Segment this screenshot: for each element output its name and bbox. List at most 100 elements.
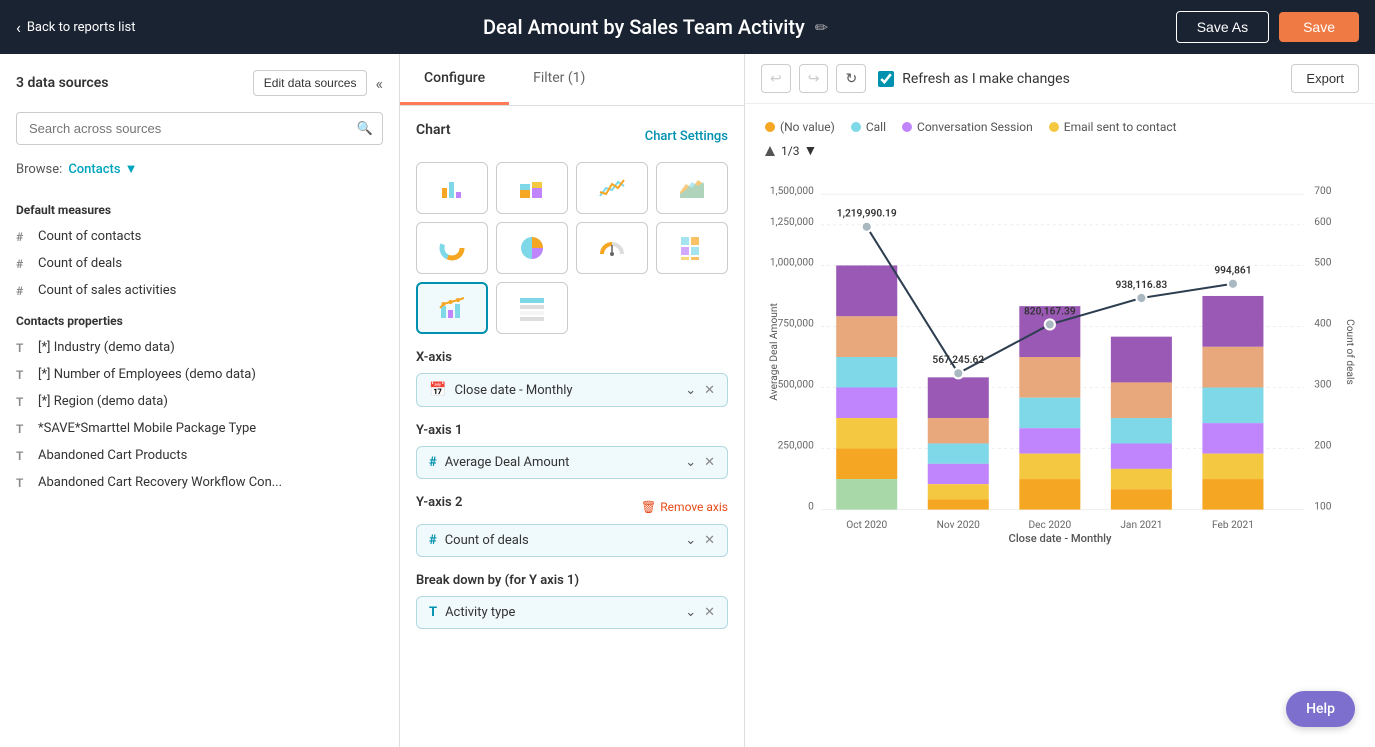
save-button[interactable]: Save [1279,12,1359,42]
bar-oct-lavender [836,388,897,419]
property-region[interactable]: T [*] Region (demo data) [0,388,399,415]
search-input[interactable] [16,112,383,145]
refresh-checkbox[interactable] [878,71,894,87]
chart-type-combo[interactable] [416,282,488,334]
chart-type-stacked-bar[interactable] [496,162,568,214]
measure-count-contacts[interactable]: # Count of contacts [0,223,399,250]
svg-text:0: 0 [808,502,814,513]
svg-text:400: 400 [1314,318,1331,329]
bar-nov-lavender [928,464,989,484]
property-industry[interactable]: T [*] Industry (demo data) [0,334,399,361]
legend-conversation-label: Conversation Session [917,120,1033,134]
xaxis-chevron-icon: ⌄ [685,383,696,398]
bar-feb-orange [1202,347,1263,388]
chart-svg-container: 0 250,000 500,000 750,000 1,000,000 1,25… [765,167,1355,547]
bar-jan-purple [1111,337,1172,383]
redo-button[interactable]: ↪ [799,64,829,93]
chart-type-pie[interactable] [496,222,568,274]
chart-section: Chart Chart Settings [416,122,728,334]
yaxis2-clear-button[interactable]: ✕ [704,533,715,548]
yaxis2-value: Count of deals [445,533,677,548]
bar-oct-purple [836,265,897,316]
xaxis-oct: Oct 2020 [846,520,887,531]
property-prefix: T [16,449,28,463]
xaxis-section: X-axis 📅 Close date - Monthly ⌄ ✕ [416,350,728,407]
svg-text:750,000: 750,000 [778,318,815,329]
dot-dec [1045,319,1055,329]
chart-type-gauge[interactable] [576,222,648,274]
breakdown-label: Break down by (for Y axis 1) [416,573,728,588]
topbar-actions: Save As Save [1176,11,1359,43]
edit-title-icon[interactable]: ✏ [815,18,828,37]
stacked-bar-icon [518,174,546,202]
yaxis2-label: Y-axis 2 [416,495,462,510]
chart-type-table[interactable] [496,282,568,334]
svg-text:500,000: 500,000 [778,380,815,391]
yaxis1-clear-button[interactable]: ✕ [704,455,715,470]
bar-oct-teal [836,357,897,388]
browse-row: Browse: Contacts ▼ [0,153,399,185]
xaxis-value: Close date - Monthly [454,383,677,398]
back-button[interactable]: ‹ Back to reports list [16,18,135,37]
export-button[interactable]: Export [1291,64,1359,93]
yaxis2-section: Y-axis 2 🗑 Remove axis # Count of deals … [416,495,728,557]
legend-conversation-dot [902,122,912,132]
property-abandoned-cart-workflow[interactable]: T Abandoned Cart Recovery Workflow Con..… [0,469,399,496]
breakdown-select[interactable]: T Activity type ⌄ ✕ [416,596,728,629]
legend-email: Email sent to contact [1049,120,1177,134]
back-label: Back to reports list [27,20,136,35]
chart-type-line[interactable] [576,162,648,214]
dot-feb [1228,279,1238,289]
bar-dec-teal [1019,398,1080,429]
bar-oct-orange [836,316,897,357]
tab-configure[interactable]: Configure [400,54,509,105]
measure-count-sales-activities[interactable]: # Count of sales activities [0,277,399,304]
undo-button[interactable]: ↩ [761,64,791,93]
browse-contacts-dropdown[interactable]: Contacts ▼ [68,161,137,177]
bar-oct-amber [836,449,897,480]
bar-feb-amber [1202,479,1263,510]
pie-chart-icon [518,234,546,262]
save-as-button[interactable]: Save As [1176,11,1269,43]
bar-oct-yellow [836,418,897,449]
chart-type-donut[interactable] [416,222,488,274]
breakdown-clear-button[interactable]: ✕ [704,605,715,620]
chevron-down-icon: ▼ [125,161,138,177]
collapse-sidebar-button[interactable]: « [375,74,383,93]
chart-type-area[interactable] [656,162,728,214]
edit-data-sources-button[interactable]: Edit data sources [253,70,368,96]
chart-settings-link[interactable]: Chart Settings [645,129,728,144]
label-dec: 820,167.39 [1024,306,1076,317]
refresh-checkbox-container: Refresh as I make changes [878,71,1070,87]
property-smarttel[interactable]: T *SAVE*Smarttel Mobile Package Type [0,415,399,442]
bar-feb-teal [1202,388,1263,424]
donut-chart-icon [438,234,466,262]
gauge-chart-icon [598,234,626,262]
xaxis-label: X-axis [416,350,728,365]
tab-filter[interactable]: Filter (1) [509,54,609,105]
refresh-label: Refresh as I make changes [902,71,1070,87]
chart-type-bar[interactable] [416,162,488,214]
refresh-button[interactable]: ↻ [836,64,866,93]
chart-toolbar: ↩ ↪ ↻ Refresh as I make changes Export [745,54,1375,104]
yaxis1-section: Y-axis 1 # Average Deal Amount ⌄ ✕ [416,423,728,479]
main-layout: 3 data sources Edit data sources « 🔍 Bro… [0,54,1375,747]
yaxis1-value: Average Deal Amount [445,455,677,470]
yaxis2-select[interactable]: # Count of deals ⌄ ✕ [416,524,728,557]
bar-dec-orange [1019,357,1080,398]
tabs: Configure Filter (1) [400,54,744,106]
remove-axis-button[interactable]: 🗑 Remove axis [641,500,728,514]
chart-type-grid[interactable] [656,222,728,274]
property-abandoned-cart[interactable]: T Abandoned Cart Products [0,442,399,469]
pagination-down-icon[interactable]: ▼ [803,142,817,159]
measure-count-deals[interactable]: # Count of deals [0,250,399,277]
legend-email-label: Email sent to contact [1064,120,1177,134]
trash-icon: 🗑 [641,500,656,514]
xaxis-nov: Nov 2020 [937,520,981,531]
help-button[interactable]: Help [1286,691,1355,727]
svg-text:1,000,000: 1,000,000 [770,257,814,268]
xaxis-clear-button[interactable]: ✕ [704,383,715,398]
property-employees[interactable]: T [*] Number of Employees (demo data) [0,361,399,388]
xaxis-select[interactable]: 📅 Close date - Monthly ⌄ ✕ [416,373,728,407]
yaxis1-select[interactable]: # Average Deal Amount ⌄ ✕ [416,446,728,479]
